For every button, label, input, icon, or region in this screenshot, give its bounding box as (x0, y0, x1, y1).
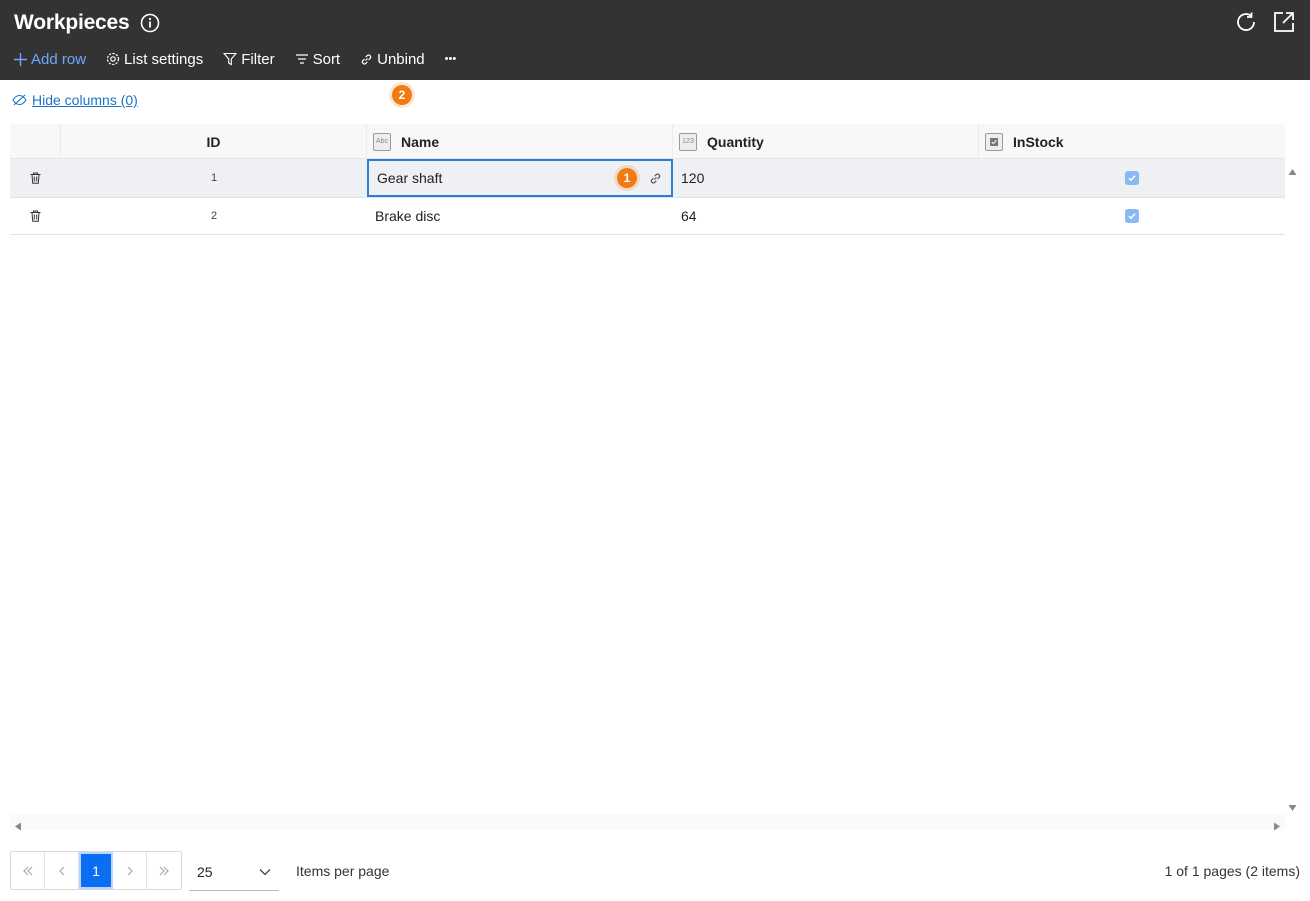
cell-quantity[interactable]: 120 (673, 159, 979, 197)
step-badge-1: 1 (617, 168, 637, 188)
trash-icon (30, 172, 41, 184)
header-id[interactable]: ID (61, 124, 367, 159)
refresh-icon[interactable] (1234, 10, 1258, 34)
delete-row-button[interactable] (10, 198, 61, 234)
link-icon (361, 54, 372, 64)
name-editor[interactable]: Gear shaft 1 (367, 159, 673, 197)
header-quantity[interactable]: 123 Quantity (673, 124, 979, 159)
scroll-down-icon[interactable] (1288, 799, 1297, 817)
plus-icon (14, 52, 27, 66)
instock-checkbox[interactable] (1125, 171, 1139, 185)
prev-page-button[interactable] (45, 852, 79, 889)
check-icon (1128, 175, 1136, 182)
delete-row-button[interactable] (10, 159, 61, 197)
cell-name[interactable]: Brake disc (367, 198, 673, 234)
step-badge-2: 2 (392, 85, 412, 105)
trash-icon (30, 210, 41, 222)
last-page-button[interactable] (147, 852, 181, 889)
items-per-page-value: 25 (197, 863, 213, 880)
items-per-page-select[interactable]: 25 (189, 853, 279, 891)
filter-button[interactable]: Filter (223, 50, 275, 68)
add-row-button[interactable]: Add row (14, 51, 86, 68)
text-type-icon: Abc (373, 132, 391, 151)
header-actions-column (10, 124, 61, 159)
scroll-right-icon[interactable] (1273, 818, 1281, 836)
link-icon[interactable] (649, 172, 662, 188)
eye-off-icon (12, 94, 27, 106)
grid-header: ID Abc Name 123 Quantity InStock (10, 124, 1285, 159)
horizontal-scrollbar[interactable] (10, 814, 1285, 831)
table-row[interactable]: 2 Brake disc 64 (10, 198, 1285, 235)
list-settings-label: List settings (124, 50, 204, 68)
header-id-label: ID (206, 133, 221, 150)
header-name[interactable]: Abc Name (367, 124, 673, 159)
cell-quantity[interactable]: 64 (673, 198, 979, 234)
sort-button[interactable]: Sort (295, 50, 341, 68)
sort-icon (295, 54, 308, 64)
hide-columns-link[interactable]: Hide columns (0) (12, 92, 138, 108)
scroll-left-icon[interactable] (14, 818, 22, 836)
toolbar: Add row List settings Filter Sort Unbind… (14, 48, 456, 70)
add-row-label: Add row (31, 50, 87, 68)
cell-name[interactable]: Gear shaft 1 (367, 159, 673, 197)
page-title: Workpieces (14, 11, 130, 34)
filter-icon (223, 52, 238, 66)
more-actions-button[interactable]: ••• (445, 53, 457, 65)
page-info: 1 of 1 pages (2 items) (1164, 863, 1300, 879)
table-row[interactable]: 1 Gear shaft 1 120 (10, 159, 1285, 198)
next-page-button[interactable] (113, 852, 147, 889)
scroll-up-icon[interactable] (1288, 163, 1297, 181)
sort-label: Sort (312, 50, 341, 68)
chevron-down-icon (259, 868, 271, 875)
list-settings-button[interactable]: List settings (106, 51, 203, 68)
header-name-label: Name (401, 133, 440, 150)
header-quantity-label: Quantity (707, 133, 764, 150)
pagination: 1 (10, 851, 182, 890)
info-icon[interactable] (140, 13, 160, 33)
checkbox-type-icon (985, 132, 1003, 151)
chevron-right-icon (127, 866, 133, 875)
cell-name-value: Gear shaft (377, 170, 443, 186)
number-type-icon: 123 (679, 132, 697, 151)
items-per-page-label: Items per page (296, 863, 390, 879)
cell-instock[interactable] (979, 159, 1285, 197)
check-icon (1128, 213, 1136, 220)
filter-label: Filter (241, 50, 275, 68)
unbind-button[interactable]: Unbind (360, 51, 425, 68)
hide-columns-label: Hide columns (0) (32, 92, 138, 108)
list-header: Workpieces Add row List settings Filter … (0, 0, 1310, 80)
cell-id[interactable]: 1 (61, 159, 367, 197)
double-chevron-right-icon (159, 866, 169, 875)
instock-checkbox[interactable] (1125, 209, 1139, 223)
cell-instock[interactable] (979, 198, 1285, 234)
header-instock-label: InStock (1013, 133, 1064, 150)
cell-id[interactable]: 2 (61, 198, 367, 234)
first-page-button[interactable] (11, 852, 45, 889)
double-chevron-left-icon (22, 866, 32, 875)
chevron-left-icon (58, 866, 64, 875)
gear-icon (106, 52, 120, 66)
open-external-icon[interactable] (1272, 10, 1296, 34)
data-grid: ID Abc Name 123 Quantity InStock 1 Gear … (10, 124, 1285, 235)
header-instock[interactable]: InStock (979, 124, 1285, 159)
unbind-label: Unbind (377, 50, 425, 68)
page-button-current[interactable]: 1 (79, 852, 113, 889)
